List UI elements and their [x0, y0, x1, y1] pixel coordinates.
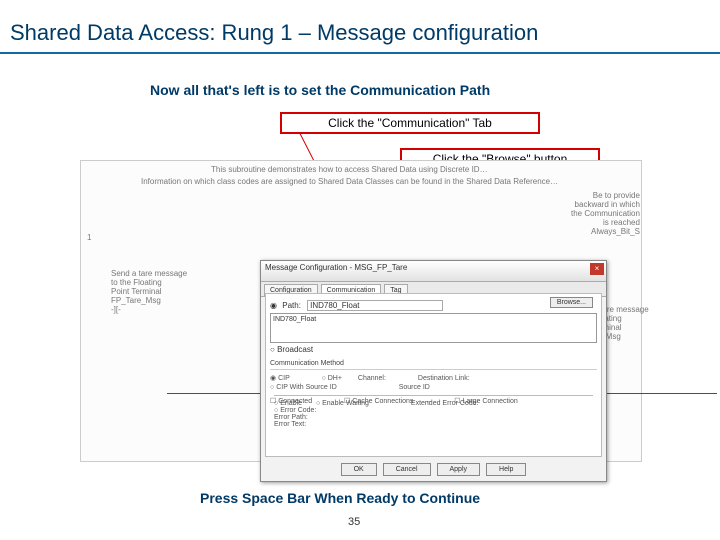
page-number: 35: [348, 516, 360, 528]
radio-cip[interactable]: CIP: [278, 375, 290, 382]
status-err-text: Error Text:: [274, 421, 306, 428]
dialog-titlebar: Message Configuration - MSG_FP_Tare ×: [261, 261, 606, 282]
help-button[interactable]: Help: [486, 463, 526, 476]
comment-line: Information on which class codes are ass…: [141, 177, 558, 186]
right-note: Be to provide backward in which the Comm…: [571, 191, 640, 236]
status-ext-err: Extended Error Code:: [411, 400, 479, 407]
dialog-title: Message Configuration - MSG_FP_Tare: [265, 263, 407, 272]
broadcast-radio[interactable]: Broadcast: [277, 345, 313, 354]
module-tree[interactable]: IND780_Float: [270, 313, 597, 343]
path-label: Path:: [282, 301, 301, 310]
status-enable: Enable: [280, 400, 302, 407]
status-row: ○ Enable ○ Enable Waiting Extended Error…: [274, 395, 593, 428]
close-icon[interactable]: ×: [590, 263, 604, 275]
comment-line: This subroutine demonstrates how to acce…: [211, 165, 488, 174]
contact-symbol: -][-: [111, 305, 187, 314]
text: Always_Bit_S: [571, 227, 640, 236]
path-field[interactable]: IND780_Float: [307, 300, 443, 311]
field-channel: Channel:: [358, 375, 386, 382]
rung-number: 1: [87, 233, 91, 242]
status-err-path: Error Path:: [274, 414, 308, 421]
text: is reached: [571, 218, 640, 227]
text: Send a tare message: [111, 269, 187, 278]
subtitle: Now all that's left is to set the Commun…: [150, 82, 490, 98]
comm-method-label: Communication Method: [270, 360, 597, 367]
apply-button[interactable]: Apply: [437, 463, 481, 476]
dialog-button-bar: OK Cancel Apply Help: [261, 459, 606, 479]
status-err-code: Error Code:: [280, 407, 316, 414]
field-dest: Destination Link:: [418, 375, 470, 382]
text: Point Terminal: [111, 287, 187, 296]
dialog-body: ◉ Path: IND780_Float Browse... IND780_Fl…: [265, 293, 602, 457]
radio-dhp[interactable]: DH+: [328, 375, 342, 382]
status-enable-wait: Enable Waiting: [322, 400, 369, 407]
field-source: Source ID: [399, 384, 430, 391]
text: the Communication: [571, 209, 640, 218]
radio-cip-src[interactable]: CIP With Source ID: [276, 384, 337, 391]
title-rule: [0, 52, 720, 54]
text: Be to provide: [571, 191, 640, 200]
ok-button[interactable]: OK: [341, 463, 377, 476]
tree-item-float[interactable]: IND780_Float: [273, 316, 316, 323]
callout-communication-tab: Click the "Communication" Tab: [280, 112, 540, 134]
message-config-dialog: Message Configuration - MSG_FP_Tare × Co…: [260, 260, 607, 482]
cancel-button[interactable]: Cancel: [383, 463, 431, 476]
text: FP_Tare_Msg: [111, 296, 187, 305]
left-block: Send a tare message to the Floating Poin…: [111, 269, 187, 314]
text: backward in which: [571, 200, 640, 209]
text: to the Floating: [111, 278, 187, 287]
press-space-text: Press Space Bar When Ready to Continue: [200, 490, 480, 506]
browse-button[interactable]: Browse...: [550, 297, 593, 308]
